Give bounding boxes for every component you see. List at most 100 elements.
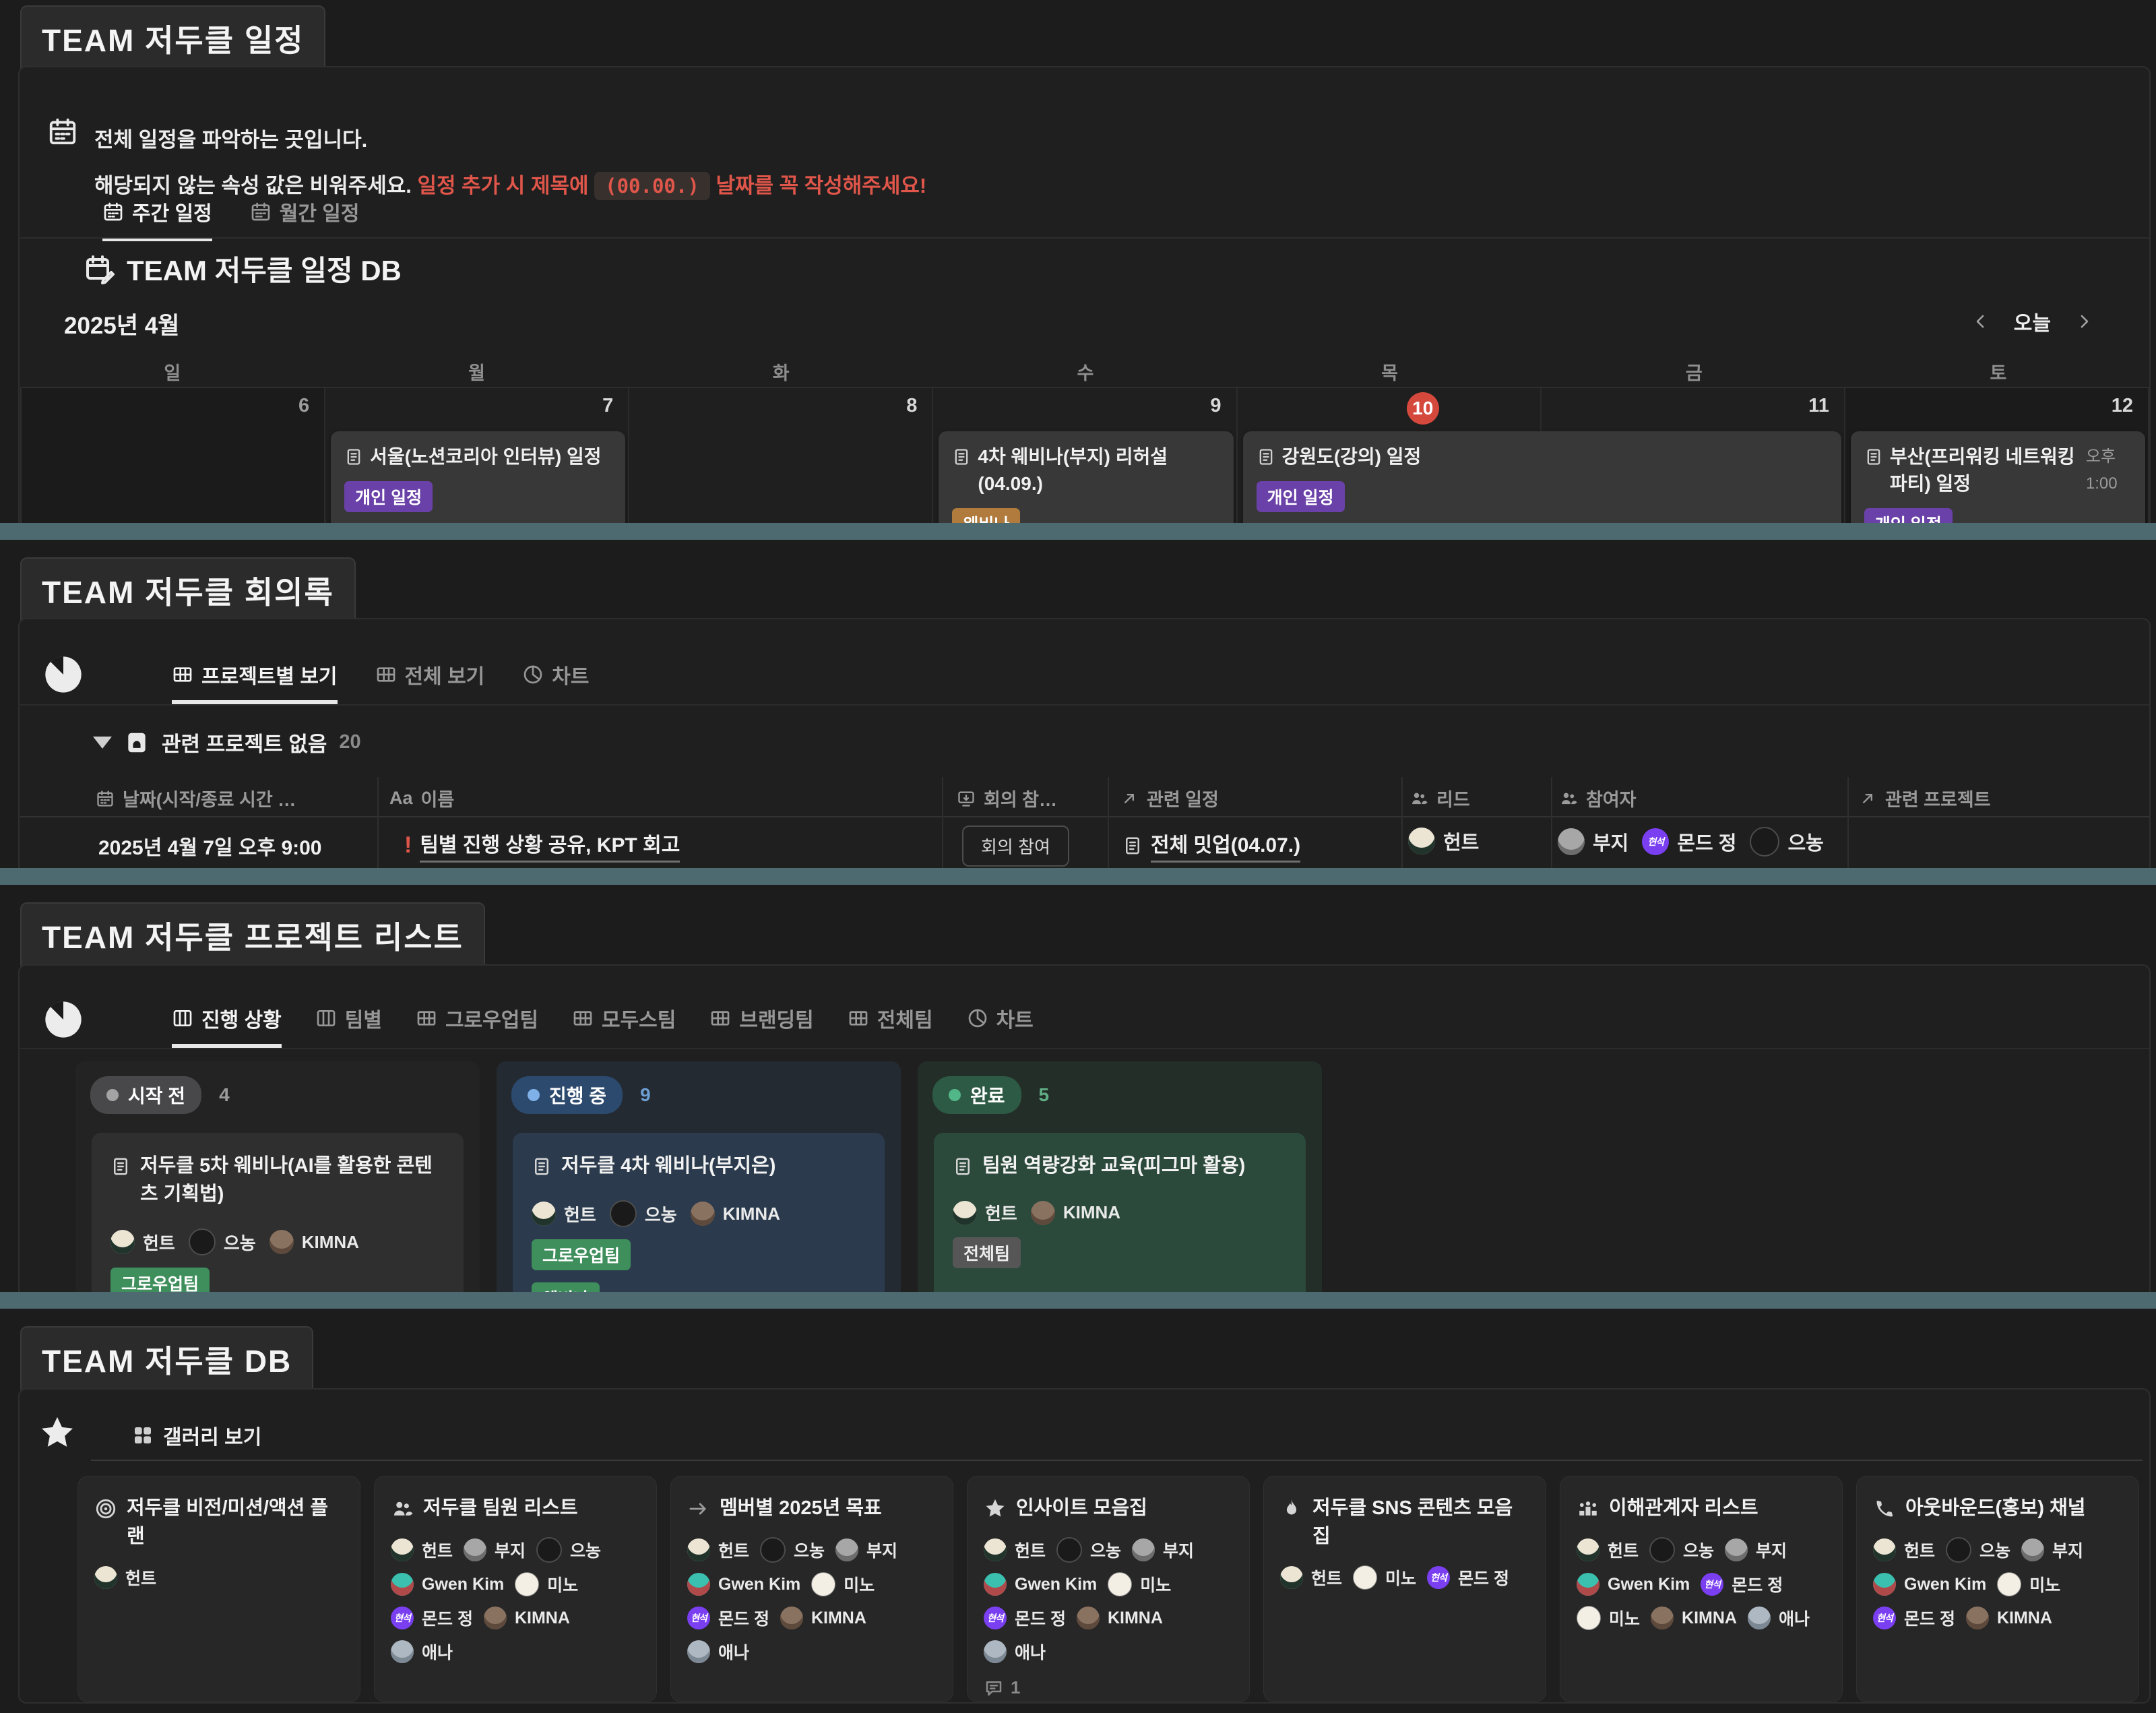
calendar-cell-tue[interactable]: 8 <box>629 388 933 523</box>
member-name: 으농 <box>1683 1538 1714 1562</box>
column-header-date[interactable]: 날짜(시작/종료 시간 … <box>96 785 296 811</box>
gallery-card-stakeholders[interactable]: 이해관계자 리스트 헌트 으농 부지 Gwen Kim 현석몬드 정 미노 KI… <box>1560 1476 1843 1702</box>
tab-progress[interactable]: 진행 상황 <box>172 1003 282 1048</box>
member-name: 헌트 <box>564 1202 596 1226</box>
tab-chart[interactable]: 차트 <box>967 1003 1034 1048</box>
status-badge[interactable]: 진행 중 <box>511 1076 623 1114</box>
column-header-participants[interactable]: 참여자 <box>1559 785 1637 811</box>
doc-icon <box>1122 836 1143 856</box>
doc-icon <box>1257 447 1275 466</box>
tab-all-team[interactable]: 전체팀 <box>848 1003 933 1048</box>
tab-by-team[interactable]: 팀별 <box>315 1003 382 1048</box>
toggle-triangle-icon[interactable] <box>93 737 112 749</box>
calendar-icon <box>102 201 124 222</box>
gallery-card-team-list[interactable]: 저두클 팀원 리스트 헌트 부지 으농 Gwen Kim 미노 현석몬드 정 K… <box>374 1476 657 1702</box>
member-name: 헌트 <box>1443 827 1479 855</box>
member-name: 으농 <box>645 1202 677 1226</box>
gallery-card-outbound[interactable]: 아웃바운드(홍보) 채널 헌트 으농 부지 Gwen Kim 미노 현석몬드 정… <box>1856 1476 2139 1702</box>
member-name: Gwen Kim <box>422 1575 504 1594</box>
member-name: 몬드 정 <box>1015 1606 1066 1630</box>
tab-label: 그로우업팀 <box>445 1003 538 1033</box>
project-card[interactable]: 팀원 역량강화 교육(피그마 활용) 헌트 KIMNA 전체팀 <box>934 1133 1306 1292</box>
section-divider <box>0 523 2156 540</box>
member-chip: 헌트 <box>1280 1565 1342 1590</box>
status-badge[interactable]: 완료 <box>932 1076 1021 1114</box>
event-title: 서울(노션코리아 인터뷰) 일정 <box>370 443 601 470</box>
event-card-seoul[interactable]: 서울(노션코리아 인터뷰) 일정 개인 일정 <box>331 431 625 523</box>
member-chip: 헌트 <box>532 1200 596 1227</box>
tab-gallery-view[interactable]: 갤러리 보기 <box>132 1421 261 1450</box>
status-badge[interactable]: 시작 전 <box>90 1076 201 1114</box>
calendar-db-title[interactable]: TEAM 저두클 일정 DB <box>84 248 402 289</box>
cell-related-schedule[interactable]: 전체 밋업(04.07.) <box>1122 828 1300 863</box>
tab-label: 브랜딩팀 <box>739 1003 813 1033</box>
people-icon <box>1559 789 1578 808</box>
board-icon <box>172 1007 193 1029</box>
gallery-card-vision[interactable]: 저두클 비전/미션/액션 플랜 헌트 <box>77 1476 360 1702</box>
chevron-left-icon[interactable] <box>1971 311 1991 332</box>
member-chip: KIMNA <box>1651 1606 1737 1630</box>
today-button[interactable]: 오늘 <box>2014 307 2051 336</box>
avatar <box>1108 1572 1132 1596</box>
avatar <box>1946 1537 1971 1563</box>
column-header-related-schedule[interactable]: 관련 일정 <box>1120 785 1219 811</box>
header-label: 참여자 <box>1586 785 1637 811</box>
avatar <box>835 1538 858 1561</box>
tab-monthly-schedule[interactable]: 월간 일정 <box>250 197 360 241</box>
db-title[interactable]: TEAM 저두클 DB <box>20 1326 313 1395</box>
column-header-lead[interactable]: 리드 <box>1409 785 1470 811</box>
join-meeting-button[interactable]: 회의 참여 <box>962 826 1069 867</box>
tab-growup-team[interactable]: 그로우업팀 <box>416 1003 538 1048</box>
gallery-card-member-goals[interactable]: 멤버별 2025년 목표 헌트 으농 부지 Gwen Kim 미노 현석몬드 정… <box>670 1476 953 1702</box>
column-header-related-project[interactable]: 관련 프로젝트 <box>1858 785 1991 811</box>
card-title: 이해관계자 리스트 <box>1609 1494 1758 1522</box>
db-title-label: TEAM 저두클 일정 DB <box>127 248 402 289</box>
member-chip: 으농 <box>1750 827 1823 856</box>
tab-by-project[interactable]: 프로젝트별 보기 <box>172 660 338 704</box>
header-divider <box>20 816 2149 817</box>
project-card[interactable]: 저두클 5차 웨비나(AI를 활용한 콘텐츠 기획법) 헌트 으농 KIMNA … <box>92 1133 464 1292</box>
avatar <box>1873 1538 1896 1561</box>
fire-icon <box>1280 1497 1303 1520</box>
gallery-card-insights[interactable]: 인사이트 모음집 헌트 으농 부지 Gwen Kim 미노 현석몬드 정 KIM… <box>967 1476 1250 1702</box>
column-header-name[interactable]: Aa 이름 <box>389 785 454 811</box>
doc-icon <box>344 447 363 466</box>
meetings-title[interactable]: TEAM 저두클 회의록 <box>20 557 356 626</box>
cell-participants: 부지 현석 몬드 정 으농 <box>1558 827 1824 856</box>
tab-chart[interactable]: 차트 <box>522 660 589 704</box>
tab-all-view[interactable]: 전체 보기 <box>375 660 485 704</box>
schedule-title[interactable]: TEAM 저두클 일정 <box>20 5 325 74</box>
member-chip: 부지 <box>464 1537 526 1563</box>
header-label: 날짜(시작/종료 시간 … <box>123 785 296 811</box>
avatar: 현석 <box>391 1607 414 1629</box>
tab-modus-team[interactable]: 모두스팀 <box>572 1003 676 1048</box>
event-card-webinar[interactable]: 4차 웨비나(부지) 리허설 (04.09.) 웨비나 <box>939 431 1233 523</box>
gallery-icon <box>132 1425 154 1446</box>
member-chip: 현석몬드 정 <box>687 1606 769 1630</box>
header-label: 회의 참… <box>984 785 1057 811</box>
avatar <box>391 1538 414 1561</box>
calendar-cell-sun[interactable]: 6 <box>22 388 325 523</box>
event-card-busan[interactable]: 부산(프리워킹 네트워킹 파티) 일정 오후 1:00 개인 일정 <box>1851 431 2145 523</box>
projects-title[interactable]: TEAM 저두클 프로젝트 리스트 <box>20 902 485 971</box>
related-schedule-link[interactable]: 전체 밋업(04.07.) <box>1151 828 1300 863</box>
chevron-right-icon[interactable] <box>2074 311 2094 332</box>
event-card-gangwon[interactable]: 강원도(강의) 일정 개인 일정 <box>1243 431 1841 523</box>
project-card[interactable]: 저두클 4차 웨비나(부지은) 헌트 으농 KIMNA 그로우업팀 웨비나 <box>513 1133 885 1292</box>
avatar <box>1353 1565 1377 1590</box>
meeting-title-link[interactable]: 팀별 진행 상황 공유, KPT 회고 <box>420 828 680 863</box>
column-header-join[interactable]: 회의 참… <box>957 785 1057 811</box>
member-name: 부지 <box>866 1538 897 1562</box>
member-chip: 미노 <box>1577 1606 1640 1630</box>
member-name: KIMNA <box>515 1609 570 1628</box>
tab-weekly-schedule[interactable]: 주간 일정 <box>102 197 212 241</box>
gallery-card-sns-content[interactable]: 저두클 SNS 콘텐츠 모음집 헌트 미노 현석몬드 정 <box>1263 1476 1546 1702</box>
table-icon <box>572 1007 594 1029</box>
cell-name[interactable]: ! 팀별 진행 상황 공유, KPT 회고 <box>404 828 680 863</box>
member-name: 몬드 정 <box>1732 1572 1783 1596</box>
tab-branding-team[interactable]: 브랜딩팀 <box>709 1003 813 1048</box>
event-time: 오후 1:00 <box>2086 443 2132 497</box>
member-chip: Gwen Kim <box>687 1572 800 1596</box>
avatar <box>1408 828 1435 854</box>
card-members: 헌트 으농 부지 Gwen Kim 미노 현석몬드 정 KIMNA <box>1873 1537 2122 1630</box>
